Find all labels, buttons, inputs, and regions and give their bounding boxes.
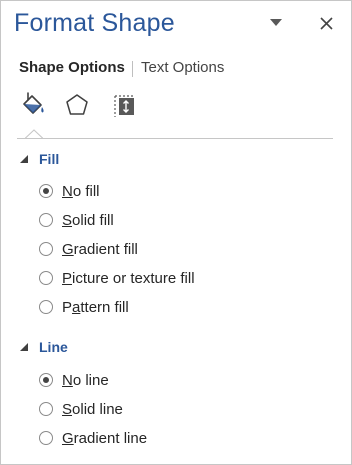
pane-title: Format Shape <box>14 9 175 37</box>
size-properties-category-button[interactable] <box>109 89 141 121</box>
dropdown-triangle-icon <box>270 19 282 26</box>
no-line-label: No line <box>62 371 109 389</box>
radio-button[interactable] <box>39 271 53 285</box>
pattern-fill-option[interactable]: Pattern fill <box>39 297 129 317</box>
gradient-line-label: Gradient line <box>62 429 148 447</box>
pentagon-icon <box>66 94 88 115</box>
tab-separator <box>132 61 133 77</box>
solid-fill-label: Solid fill <box>62 211 114 229</box>
paint-bucket-icon <box>23 92 44 114</box>
pane-options-button[interactable] <box>264 11 288 35</box>
radio-button[interactable] <box>39 213 53 227</box>
collapse-triangle-icon <box>20 155 28 163</box>
radio-button[interactable] <box>39 373 53 387</box>
format-shape-pane: Format Shape Shape Options Text Options <box>0 0 352 465</box>
effects-category-button[interactable] <box>61 89 93 121</box>
no-fill-label: No fill <box>62 182 100 200</box>
pattern-fill-label: Pattern fill <box>62 298 129 316</box>
gradient-line-option[interactable]: Gradient line <box>39 428 147 448</box>
options-tabs: Shape Options Text Options <box>1 57 351 81</box>
category-icon-row <box>1 89 351 129</box>
close-icon <box>319 16 333 30</box>
solid-fill-option[interactable]: Solid fill <box>39 210 114 230</box>
tab-text-options[interactable]: Text Options <box>141 57 224 79</box>
line-section-header[interactable]: Line <box>19 337 68 357</box>
line-section-label: Line <box>39 339 68 355</box>
tab-shape-options[interactable]: Shape Options <box>19 57 125 79</box>
gradient-fill-label: Gradient fill <box>62 240 138 258</box>
fill-section-header[interactable]: Fill <box>19 149 59 169</box>
radio-button[interactable] <box>39 402 53 416</box>
solid-line-label: Solid line <box>62 400 123 418</box>
collapse-triangle-icon <box>20 343 28 351</box>
fill-section-label: Fill <box>39 151 60 167</box>
picture-texture-fill-label: Picture or texture fill <box>62 269 195 287</box>
picture-texture-fill-option[interactable]: Picture or texture fill <box>39 268 195 288</box>
no-fill-option[interactable]: No fill <box>39 181 100 201</box>
radio-button[interactable] <box>39 184 53 198</box>
solid-line-option[interactable]: Solid line <box>39 399 123 419</box>
radio-button[interactable] <box>39 300 53 314</box>
no-line-option[interactable]: No line <box>39 370 109 390</box>
radio-button[interactable] <box>39 242 53 256</box>
category-divider <box>17 138 333 139</box>
size-properties-icon <box>114 95 135 117</box>
pane-title-bar: Format Shape <box>1 1 351 53</box>
close-button[interactable] <box>314 11 338 35</box>
radio-button[interactable] <box>39 431 53 445</box>
gradient-fill-option[interactable]: Gradient fill <box>39 239 138 259</box>
fill-line-category-button[interactable] <box>17 89 49 121</box>
